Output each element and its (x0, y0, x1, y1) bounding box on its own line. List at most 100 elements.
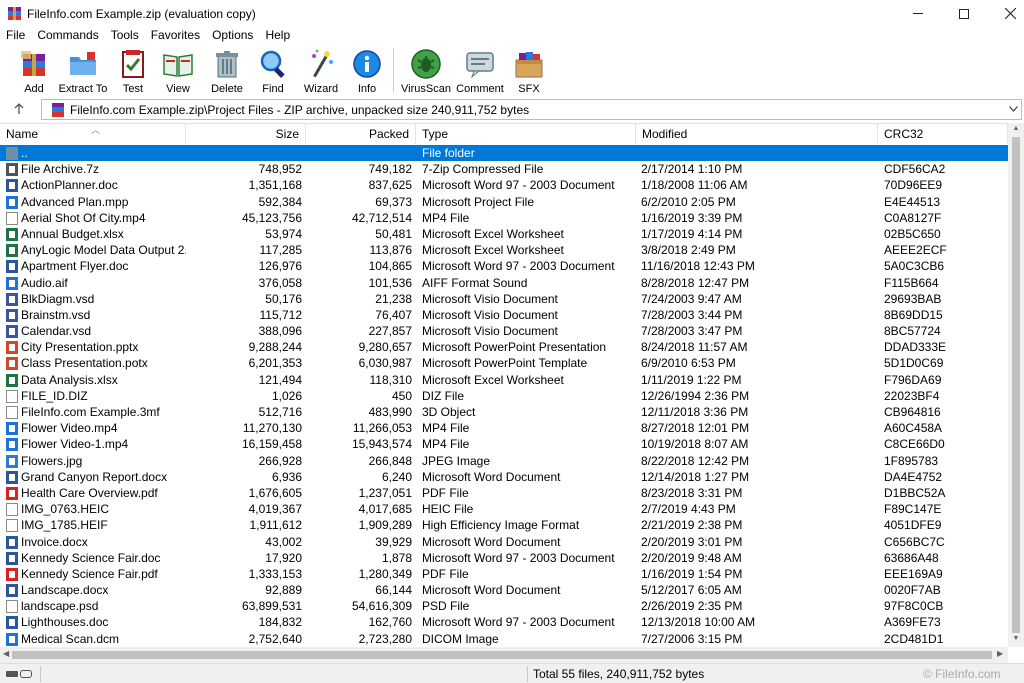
cell-type: DICOM Image (422, 631, 499, 646)
cell-crc: 63686A48 (884, 550, 939, 565)
table-row[interactable]: Flowers.jpg 266,928 266,848 JPEG Image 8/22/… (0, 453, 1008, 469)
menu-tools[interactable]: Tools (105, 27, 145, 43)
sfx-button[interactable]: SFX (507, 44, 551, 96)
table-row[interactable]: Health Care Overview.pdf 1,676,605 1,237,0… (0, 485, 1008, 501)
cell-type: Microsoft Visio Document (422, 291, 558, 306)
table-row[interactable]: Invoice.docx 43,002 39,929 Microsoft Word D… (0, 534, 1008, 550)
scroll-left-arrow[interactable]: ◀ (3, 649, 9, 658)
up-one-level-button[interactable] (10, 101, 28, 119)
add-button[interactable]: Add (16, 44, 52, 96)
column-header-type[interactable]: Type (416, 124, 636, 144)
table-row[interactable]: Kennedy Science Fair.pdf 1,333,153 1,280,3… (0, 566, 1008, 582)
cell-type: MP4 File (422, 421, 470, 436)
column-header-modified[interactable]: Modified (636, 124, 878, 144)
table-row[interactable]: FILE_ID.DIZ 1,026 450 DIZ File 12/26/1994 2:… (0, 388, 1008, 404)
table-row[interactable]: Apartment Flyer.doc 126,976 104,865 Microso… (0, 258, 1008, 274)
table-row[interactable]: Calendar.vsd 388,096 227,857 Microsoft Visi… (0, 323, 1008, 339)
cell-type: Microsoft Excel Worksheet (422, 243, 564, 258)
table-row[interactable]: Lighthouses.doc 184,832 162,760 Microsoft W… (0, 614, 1008, 630)
wizard-button[interactable]: Wizard (299, 44, 343, 96)
scroll-down-arrow[interactable]: ▼ (1012, 635, 1020, 642)
address-dropdown-button[interactable] (1009, 104, 1018, 114)
vertical-scrollbar[interactable]: ▲ ▼ (1008, 123, 1024, 647)
cell-size: 50,176 (265, 291, 302, 306)
cell-crc: 5A0C3CB6 (884, 259, 945, 274)
sfx-icon (513, 48, 545, 80)
table-row[interactable]: IMG_0763.HEIC 4,019,367 4,017,685 HEIC File… (0, 501, 1008, 517)
cell-type: Microsoft Word 97 - 2003 Document (422, 615, 615, 630)
cell-type: Microsoft Excel Worksheet (422, 226, 564, 241)
archive-icon (50, 102, 66, 117)
table-row[interactable]: Class Presentation.potx 6,201,353 6,030,98… (0, 355, 1008, 371)
view-button[interactable]: View (159, 44, 197, 96)
table-row[interactable]: Advanced Plan.mpp 592,384 69,373 Microsoft … (0, 194, 1008, 210)
comment-button[interactable]: Comment (451, 44, 509, 96)
menu-commands[interactable]: Commands (31, 27, 104, 43)
menu-options[interactable]: Options (206, 27, 259, 43)
cell-name: Health Care Overview.pdf (21, 485, 158, 500)
scroll-right-arrow[interactable]: ▶ (997, 649, 1003, 658)
column-header-size[interactable]: Size (186, 124, 306, 144)
table-row[interactable]: IMG_1785.HEIF 1,911,612 1,909,289 High Effi… (0, 517, 1008, 533)
address-field[interactable]: FileInfo.com Example.zip\Project Files -… (41, 99, 1022, 120)
table-row[interactable]: Medical Scan.dcm 2,752,640 2,723,280 DICOM … (0, 631, 1008, 647)
cell-crc: DDAD333E (884, 340, 947, 355)
menu-help[interactable]: Help (259, 27, 296, 43)
info-button[interactable]: Info (348, 44, 386, 96)
horizontal-scrollbar[interactable]: ◀ ▶ (0, 647, 1008, 663)
extract-to-button[interactable]: Extract To (57, 44, 109, 96)
toolbar-label: Comment (456, 83, 504, 95)
table-row[interactable]: Annual Budget.xlsx 53,974 50,481 Microsoft … (0, 226, 1008, 242)
table-row[interactable]: Flower Video.mp4 11,270,130 11,266,053 MP4 … (0, 420, 1008, 436)
virusscan-button[interactable]: VirusScan (398, 44, 454, 96)
cell-size: 1,351,168 (248, 178, 302, 193)
table-row[interactable]: File Archive.7z 748,952 749,182 7-Zip Compr… (0, 161, 1008, 177)
maximize-button[interactable] (941, 0, 987, 27)
cell-type: Microsoft Word 97 - 2003 Document (422, 259, 615, 274)
cell-packed: 113,876 (369, 243, 413, 258)
table-row[interactable]: Data Analysis.xlsx 121,494 118,310 Microsof… (0, 372, 1008, 388)
toolbar-label: Find (262, 83, 284, 95)
horizontal-scroll-thumb[interactable] (12, 651, 992, 659)
table-row[interactable]: Brainstm.vsd 115,712 76,407 Microsoft Visio… (0, 307, 1008, 323)
delete-button[interactable]: Delete (205, 44, 249, 96)
table-row[interactable]: Flower Video-1.mp4 16,159,458 15,943,574 MP… (0, 436, 1008, 452)
vertical-scroll-thumb[interactable] (1012, 137, 1020, 633)
table-row[interactable]: landscape.psd 63,899,531 54,616,309 PSD Fil… (0, 598, 1008, 614)
table-row[interactable]: Grand Canyon Report.docx 6,936 6,240 Micros… (0, 469, 1008, 485)
scroll-up-arrow[interactable]: ▲ (1012, 125, 1020, 132)
minimize-button[interactable] (895, 0, 941, 27)
cell-modified: 7/28/2003 3:44 PM (641, 307, 743, 322)
find-button[interactable]: Find (254, 44, 292, 96)
toolbar-label: Info (357, 83, 377, 95)
cell-size: 748,952 (258, 162, 302, 177)
toolbar-label: Add (24, 83, 44, 95)
column-header-crc32[interactable]: CRC32 (878, 124, 1008, 144)
table-row[interactable]: ActionPlanner.doc 1,351,168 837,625 Microso… (0, 177, 1008, 193)
parent-folder-row[interactable]: .. File folder (0, 145, 1008, 162)
cell-modified: 2/21/2019 2:38 PM (641, 518, 743, 533)
table-row[interactable]: Audio.aif 376,058 101,536 AIFF Format Sound… (0, 275, 1008, 291)
table-row[interactable]: BlkDiagm.vsd 50,176 21,238 Microsoft Visio … (0, 291, 1008, 307)
cell-crc: F796DA69 (884, 372, 942, 387)
menu-favorites[interactable]: Favorites (145, 27, 206, 43)
table-row[interactable]: AnyLogic Model Data Output 2.xlsx 117,285… (0, 242, 1008, 258)
table-row[interactable]: Landscape.docx 92,889 66,144 Microsoft Word… (0, 582, 1008, 598)
drive-icon[interactable] (6, 668, 32, 679)
cell-name: Aerial Shot Of City.mp4 (21, 210, 146, 225)
column-header-packed[interactable]: Packed (306, 124, 416, 144)
test-button[interactable]: Test (114, 44, 152, 96)
table-row[interactable]: City Presentation.pptx 9,288,244 9,280,657… (0, 339, 1008, 355)
toolbar: Add Extract To Test View Delete Find Wizard Inf… (0, 44, 1024, 96)
close-button[interactable] (987, 0, 1024, 27)
comment-icon (464, 48, 496, 80)
generic-file-icon (6, 406, 18, 419)
cell-size: 376,058 (258, 275, 302, 290)
cell-type: JPEG Image (422, 453, 491, 468)
table-row[interactable]: Kennedy Science Fair.doc 17,920 1,878 Micro… (0, 550, 1008, 566)
cell-crc: AEEE2ECF (884, 243, 947, 258)
toolbar-label: Test (122, 83, 144, 95)
menu-file[interactable]: File (0, 27, 31, 43)
table-row[interactable]: FileInfo.com Example.3mf 512,716 483,990 3D… (0, 404, 1008, 420)
table-row[interactable]: Aerial Shot Of City.mp4 45,123,756 42,712,… (0, 210, 1008, 226)
